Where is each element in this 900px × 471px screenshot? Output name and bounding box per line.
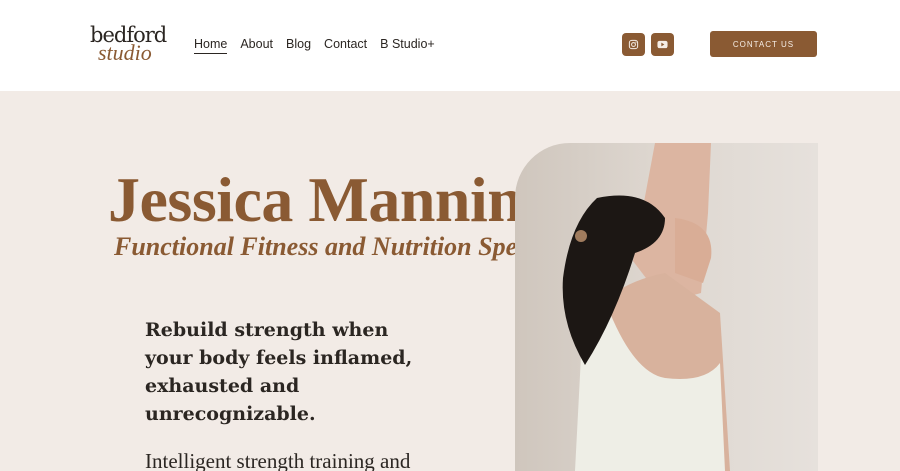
youtube-button[interactable] xyxy=(651,33,674,56)
nav-blog[interactable]: Blog xyxy=(286,36,311,54)
hero-photo-illustration xyxy=(562,143,730,471)
logo[interactable]: bedford studio xyxy=(90,24,167,65)
main-nav: Home About Blog Contact B Studio+ xyxy=(194,36,435,54)
instagram-button[interactable] xyxy=(622,33,645,56)
site-header: bedford studio Home About Blog Contact B… xyxy=(0,0,900,91)
hero-photo xyxy=(515,143,818,471)
instagram-icon xyxy=(628,39,639,50)
hero-intro: Intelligent strength training and xyxy=(145,449,411,471)
hero-tagline: Rebuild strength when your body feels in… xyxy=(145,319,413,425)
nav-b-studio-plus[interactable]: B Studio+ xyxy=(380,36,435,54)
nav-home[interactable]: Home xyxy=(194,36,228,54)
logo-text-bottom: studio xyxy=(98,40,152,65)
hero-name: Jessica Manning, xyxy=(108,164,570,235)
nav-contact[interactable]: Contact xyxy=(324,36,367,54)
hero-subtitle: Functional Fitness and Nutrition Special… xyxy=(114,232,581,261)
contact-us-button[interactable]: CONTACT US xyxy=(710,31,817,57)
nav-about[interactable]: About xyxy=(240,36,273,54)
youtube-icon xyxy=(657,40,668,49)
